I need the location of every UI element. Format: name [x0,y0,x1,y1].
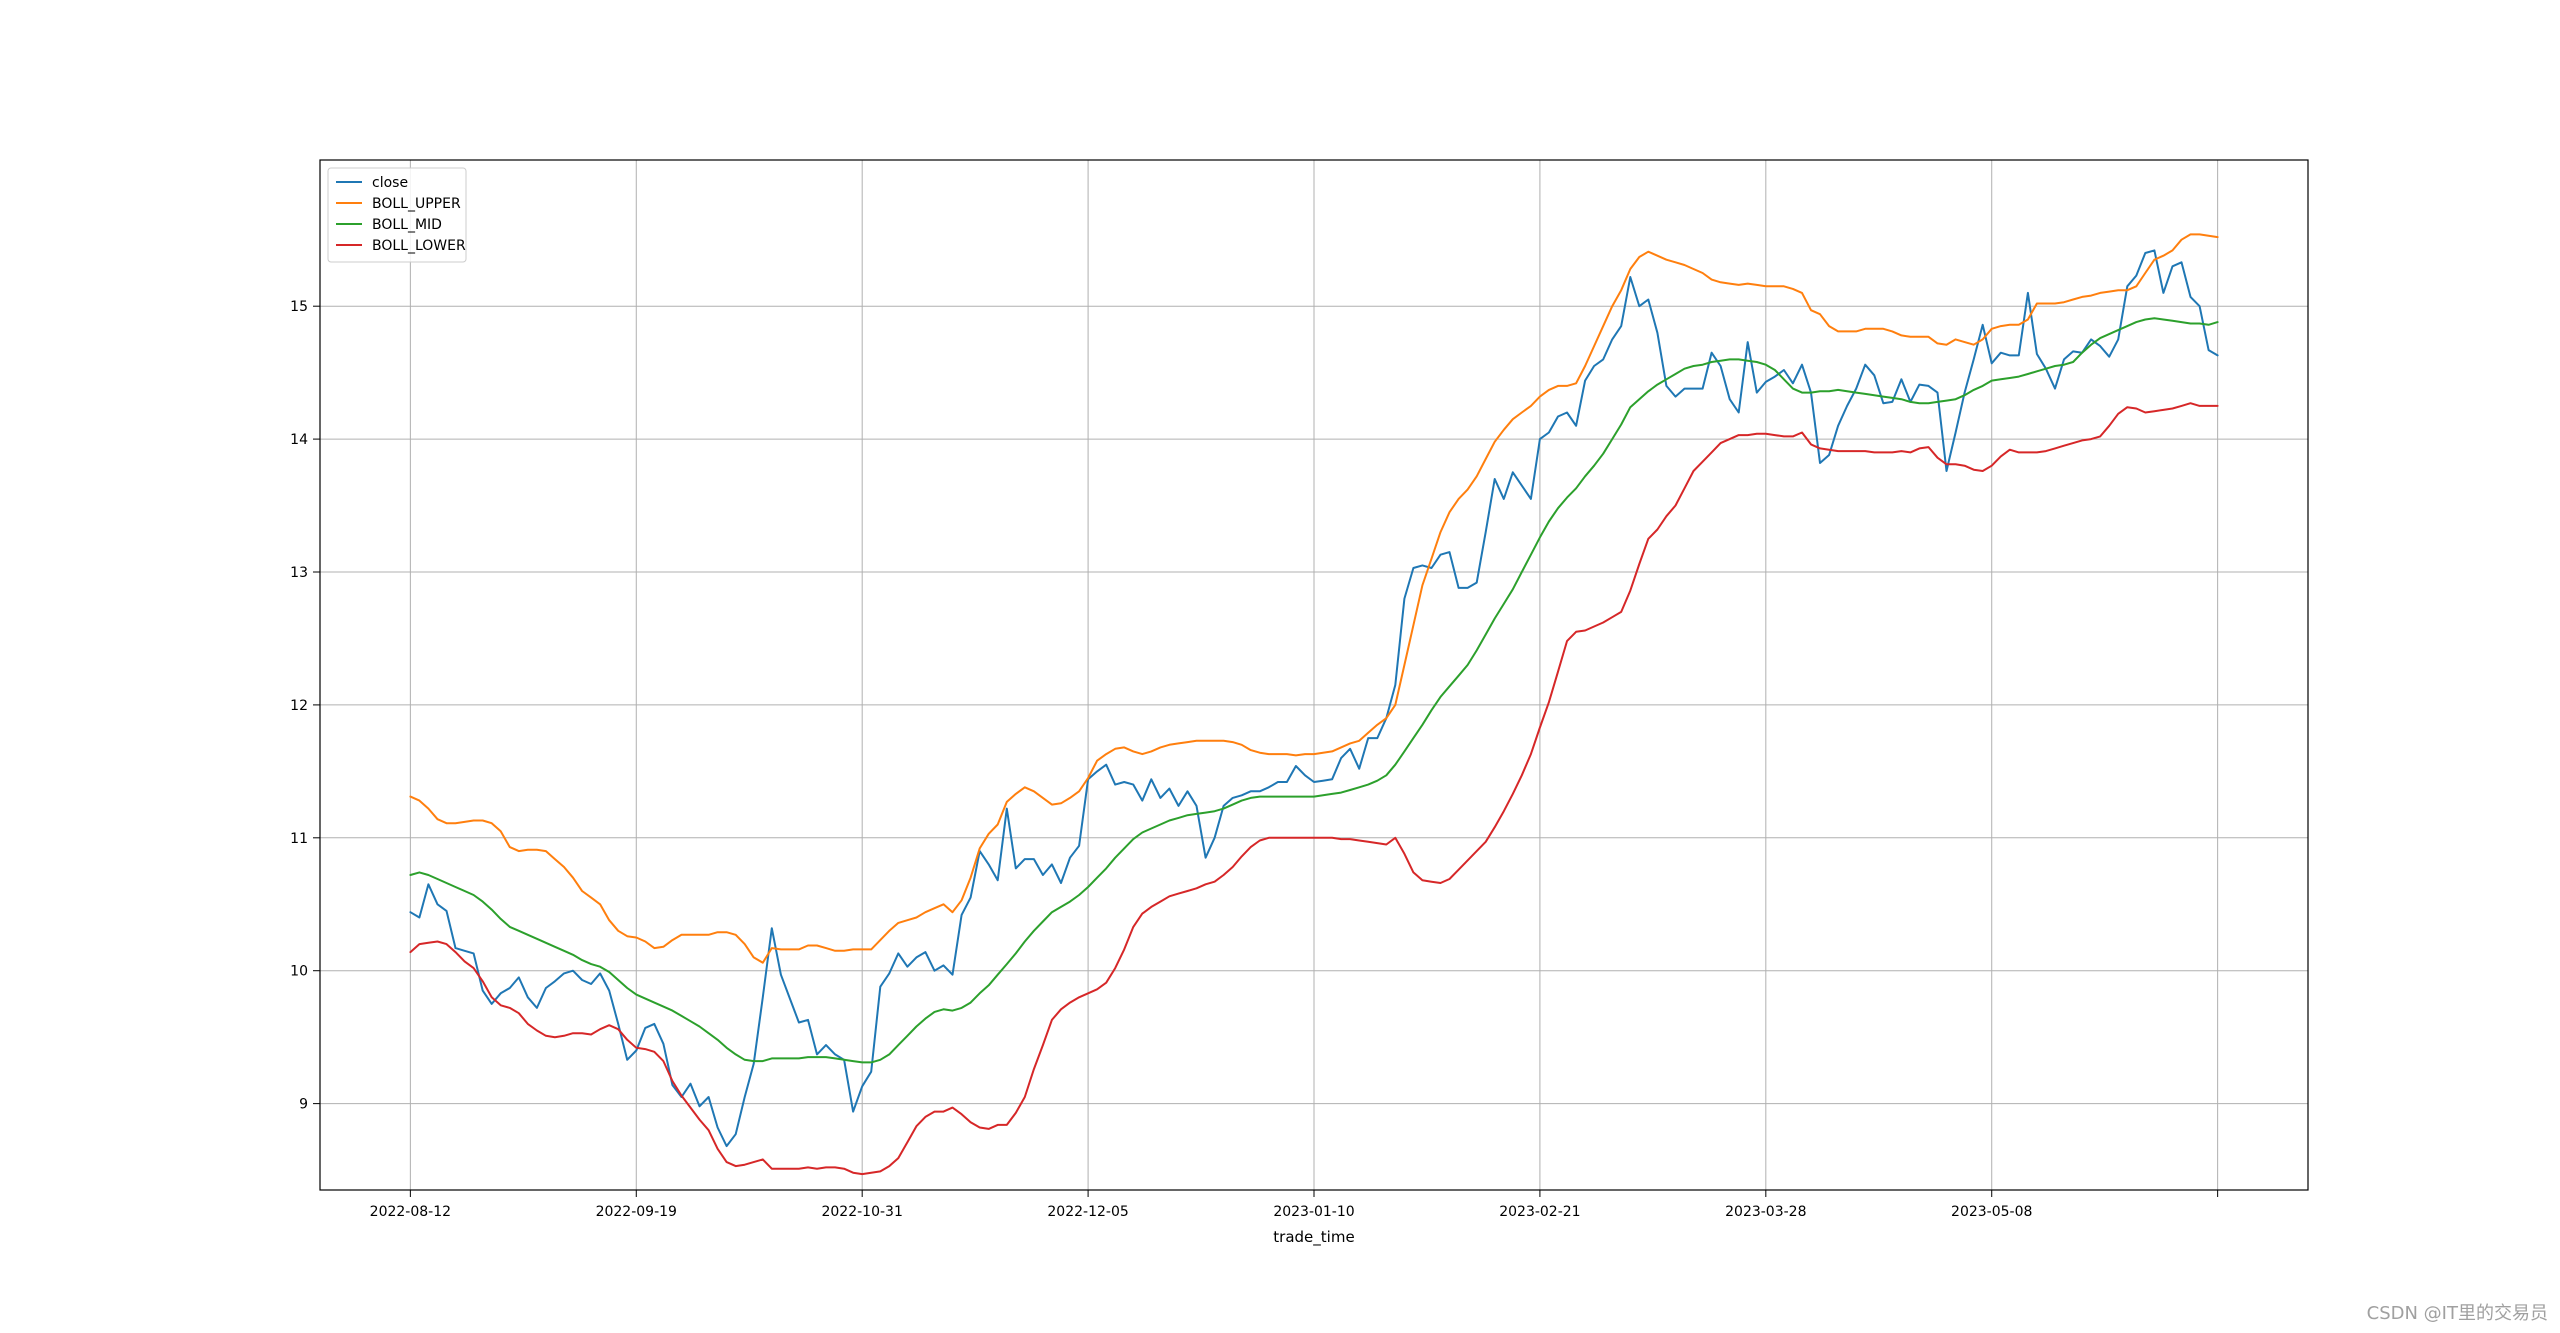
legend-label: BOLL_UPPER [372,196,461,212]
y-tick-label: 13 [290,565,308,581]
x-tick-label: 2022-08-12 [370,1204,451,1220]
legend-label: close [372,175,408,191]
bollinger-chart: 2022-08-12 2022-09-19 2022-10-31 2022-12-05… [0,0,2560,1333]
x-tick-label: 2022-09-19 [596,1204,677,1220]
watermark: CSDN @IT里的交易员 [2366,1303,2548,1324]
y-tick-label: 15 [290,299,308,315]
y-tick-label: 10 [290,964,308,980]
y-tick-label: 11 [290,831,308,847]
x-tick-label: 2022-10-31 [821,1204,902,1220]
x-tick-label: 2023-01-10 [1273,1204,1354,1220]
x-tick-label: 2022-12-05 [1047,1204,1128,1220]
y-tick-label: 9 [299,1097,308,1113]
x-tick-label: 2023-05-08 [1951,1204,2032,1220]
legend-label: BOLL_MID [372,217,442,233]
legend: close BOLL_UPPER BOLL_MID BOLL_LOWER [327,167,467,263]
y-tick-label: 12 [290,698,308,714]
legend-label: BOLL_LOWER [372,238,466,254]
y-tick-label: 14 [290,432,308,448]
x-axis-label: trade_time [1273,1228,1354,1247]
x-tick-label: 2023-03-28 [1725,1204,1806,1220]
x-tick-label: 2023-02-21 [1499,1204,1580,1220]
